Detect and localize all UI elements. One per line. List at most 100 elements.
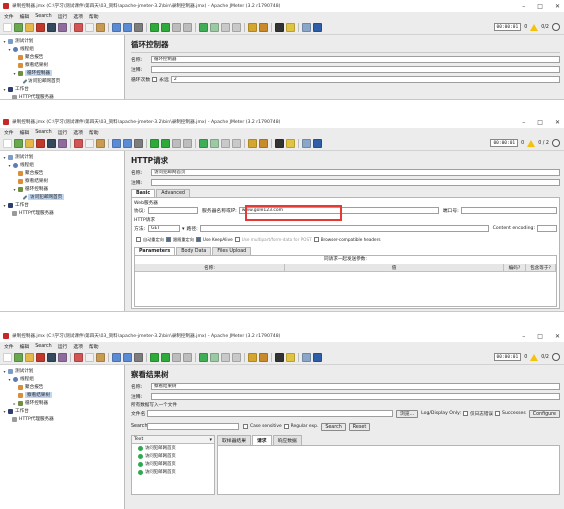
help-icon[interactable] <box>313 353 322 362</box>
function-helper-icon[interactable] <box>302 139 311 148</box>
start-icon[interactable] <box>150 139 159 148</box>
tree-node[interactable]: 察看结果树 <box>0 61 124 69</box>
start-no-pause-icon[interactable] <box>161 353 170 362</box>
search-button[interactable]: Search <box>321 422 346 431</box>
collapse-icon[interactable] <box>123 353 132 362</box>
name-field[interactable]: 察看结果树 <box>151 383 560 390</box>
tree-node[interactable]: HTTP代理服务器 <box>0 415 124 423</box>
tree-node[interactable]: ▾ 工作台 <box>0 85 124 93</box>
tree-node[interactable]: ▾ 线程组 <box>0 45 124 53</box>
comment-field[interactable] <box>151 393 560 400</box>
clear-all-icon[interactable] <box>259 353 268 362</box>
stop-icon[interactable] <box>172 23 181 32</box>
collapse-icon[interactable] <box>123 23 132 32</box>
clear-icon[interactable] <box>248 23 257 32</box>
toggle-icon[interactable] <box>134 23 143 32</box>
reset-button[interactable]: Reset <box>348 422 371 431</box>
reset-search-icon[interactable] <box>286 353 295 362</box>
menu-edit[interactable]: 编辑 <box>20 13 30 20</box>
remote-start-all-icon[interactable] <box>210 23 219 32</box>
save-icon[interactable] <box>47 353 56 362</box>
tree-node[interactable]: ▸ 循环控制器 <box>0 399 124 407</box>
remote-shutdown-icon[interactable] <box>232 23 241 32</box>
paste-icon[interactable] <box>96 23 105 32</box>
warning-icon[interactable] <box>527 139 536 147</box>
expand-icon[interactable] <box>112 23 121 32</box>
minimize-button[interactable]: – <box>522 119 525 126</box>
chevron-down-icon[interactable]: ▾ <box>209 437 212 443</box>
tree-node[interactable]: 访问犯邮网首页 <box>0 77 124 85</box>
collapse-icon[interactable] <box>123 139 132 148</box>
menu-file[interactable]: 文件 <box>4 343 14 350</box>
keepalive-checkbox[interactable] <box>195 237 201 242</box>
regex-checkbox[interactable] <box>283 424 289 429</box>
search-icon[interactable] <box>275 23 284 32</box>
tree-node[interactable]: 聚合报告 <box>0 53 124 61</box>
chevron-down-icon[interactable]: ▾ <box>182 226 185 232</box>
menu-run[interactable]: 运行 <box>58 13 68 20</box>
encoding-field[interactable] <box>537 225 557 232</box>
clear-all-icon[interactable] <box>259 139 268 148</box>
remote-shutdown-icon[interactable] <box>232 139 241 148</box>
tree-node[interactable]: HTTP代理服务器 <box>0 93 124 99</box>
tree-node-selected[interactable]: ▾ 循环控制器 <box>0 69 124 77</box>
case-sensitive-checkbox[interactable] <box>243 424 248 429</box>
path-field[interactable] <box>199 225 489 232</box>
open-icon[interactable] <box>25 353 34 362</box>
tree-node-selected[interactable]: 察看结果树 <box>0 391 124 399</box>
tree-node[interactable]: 察看结果树 <box>0 177 124 185</box>
remote-shutdown-icon[interactable] <box>232 353 241 362</box>
result-item[interactable]: 访问犯邮网首页 <box>132 452 214 460</box>
help-icon[interactable] <box>313 23 322 32</box>
clear-icon[interactable] <box>248 139 257 148</box>
menu-help[interactable]: 帮助 <box>89 343 99 350</box>
result-item[interactable]: 访问犯邮网首页 <box>132 444 214 452</box>
menu-file[interactable]: 文件 <box>4 13 14 20</box>
menu-edit[interactable]: 编辑 <box>20 129 30 136</box>
renderer-select[interactable]: Text <box>134 437 143 442</box>
open-icon[interactable] <box>25 139 34 148</box>
close-button[interactable]: ✕ <box>555 333 560 340</box>
browser-headers-checkbox[interactable] <box>313 237 319 242</box>
remote-start-icon[interactable] <box>199 353 208 362</box>
protocol-field[interactable] <box>148 207 198 214</box>
close-button[interactable]: ✕ <box>555 3 560 10</box>
clear-icon[interactable] <box>248 353 257 362</box>
expand-icon[interactable] <box>112 353 121 362</box>
tree-node[interactable]: ▾ 测试计划 <box>0 367 124 375</box>
remote-start-all-icon[interactable] <box>210 353 219 362</box>
clear-all-icon[interactable] <box>259 23 268 32</box>
new-icon[interactable] <box>3 139 12 148</box>
close-file-icon[interactable] <box>36 353 45 362</box>
maximize-button[interactable]: □ <box>537 333 543 340</box>
menu-run[interactable]: 运行 <box>58 129 68 136</box>
toggle-icon[interactable] <box>134 139 143 148</box>
warning-icon[interactable] <box>530 353 539 361</box>
toggle-icon[interactable] <box>134 353 143 362</box>
tree-node-selected[interactable]: 访问犯邮网首页 <box>0 193 124 201</box>
search-icon[interactable] <box>275 139 284 148</box>
reset-search-icon[interactable] <box>286 139 295 148</box>
column-value[interactable]: 值 <box>285 264 504 271</box>
tree-node[interactable]: ▾ 循环控制器 <box>0 185 124 193</box>
open-icon[interactable] <box>25 23 34 32</box>
tab-advanced[interactable]: Advanced <box>156 189 190 197</box>
tab-parameters[interactable]: Parameters <box>134 247 176 255</box>
paste-icon[interactable] <box>96 139 105 148</box>
column-encode[interactable]: 编码? <box>504 264 526 271</box>
menu-options[interactable]: 选项 <box>73 13 83 20</box>
tab-body-data[interactable]: Body Data <box>176 247 212 255</box>
start-icon[interactable] <box>150 23 159 32</box>
stop-icon[interactable] <box>172 353 181 362</box>
reset-search-icon[interactable] <box>286 23 295 32</box>
shutdown-icon[interactable] <box>183 353 192 362</box>
tree-node[interactable]: ▾ 测试计划 <box>0 153 124 161</box>
tree-node[interactable]: HTTP代理服务器 <box>0 209 124 217</box>
cut-icon[interactable] <box>74 353 83 362</box>
tree-node[interactable]: 聚合报告 <box>0 383 124 391</box>
templates-icon[interactable] <box>14 139 23 148</box>
follow-checkbox[interactable] <box>165 237 171 242</box>
templates-icon[interactable] <box>14 353 23 362</box>
tree-node[interactable]: ▾ 线程组 <box>0 375 124 383</box>
copy-icon[interactable] <box>85 353 94 362</box>
